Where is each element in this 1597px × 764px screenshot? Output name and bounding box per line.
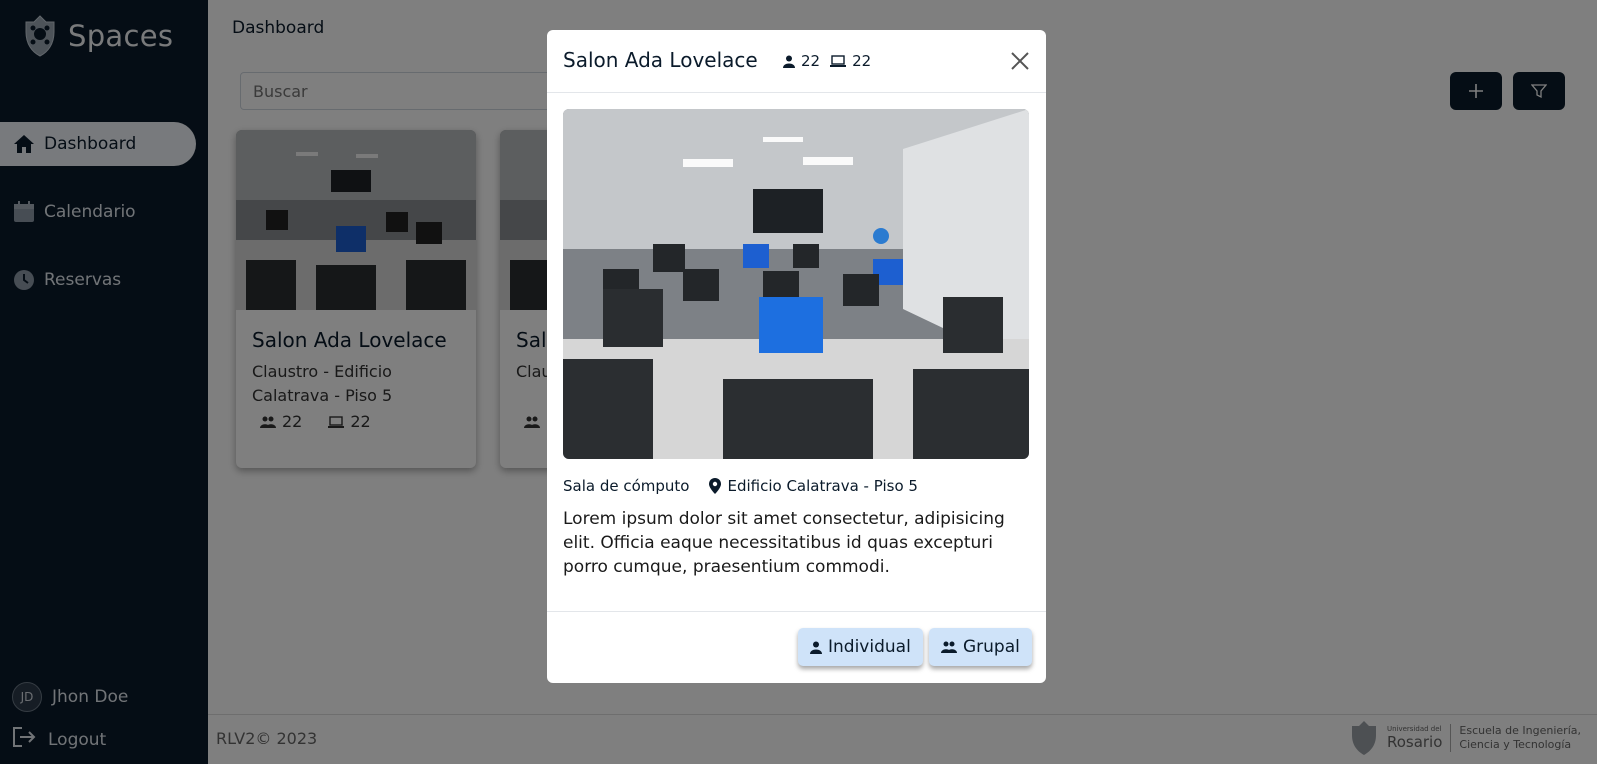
room-photo bbox=[563, 109, 1029, 459]
close-icon[interactable] bbox=[1008, 49, 1032, 73]
computers-stat: 22 bbox=[830, 52, 871, 70]
laptop-icon bbox=[830, 55, 847, 67]
book-individual-button[interactable]: Individual bbox=[798, 628, 923, 666]
space-detail-modal: Salon Ada Lovelace 22 22 Sala de cómputo… bbox=[547, 30, 1046, 683]
space-type: Sala de cómputo bbox=[563, 477, 690, 495]
modal-title: Salon Ada Lovelace bbox=[563, 48, 758, 72]
map-pin-icon bbox=[709, 478, 722, 494]
users-icon bbox=[941, 641, 957, 653]
book-group-button[interactable]: Grupal bbox=[929, 628, 1032, 666]
space-location: Edificio Calatrava - Piso 5 bbox=[709, 477, 918, 495]
space-description: Lorem ipsum dolor sit amet consectetur, … bbox=[563, 509, 1005, 577]
modal-footer: Individual Grupal bbox=[547, 611, 1046, 683]
modal-stats: 22 22 bbox=[783, 52, 871, 70]
person-icon bbox=[783, 55, 795, 68]
modal-meta: Sala de cómputo Edificio Calatrava - Pis… bbox=[563, 477, 918, 495]
capacity-stat: 22 bbox=[783, 52, 820, 70]
person-icon bbox=[810, 641, 822, 654]
modal-header: Salon Ada Lovelace 22 22 bbox=[547, 30, 1046, 93]
